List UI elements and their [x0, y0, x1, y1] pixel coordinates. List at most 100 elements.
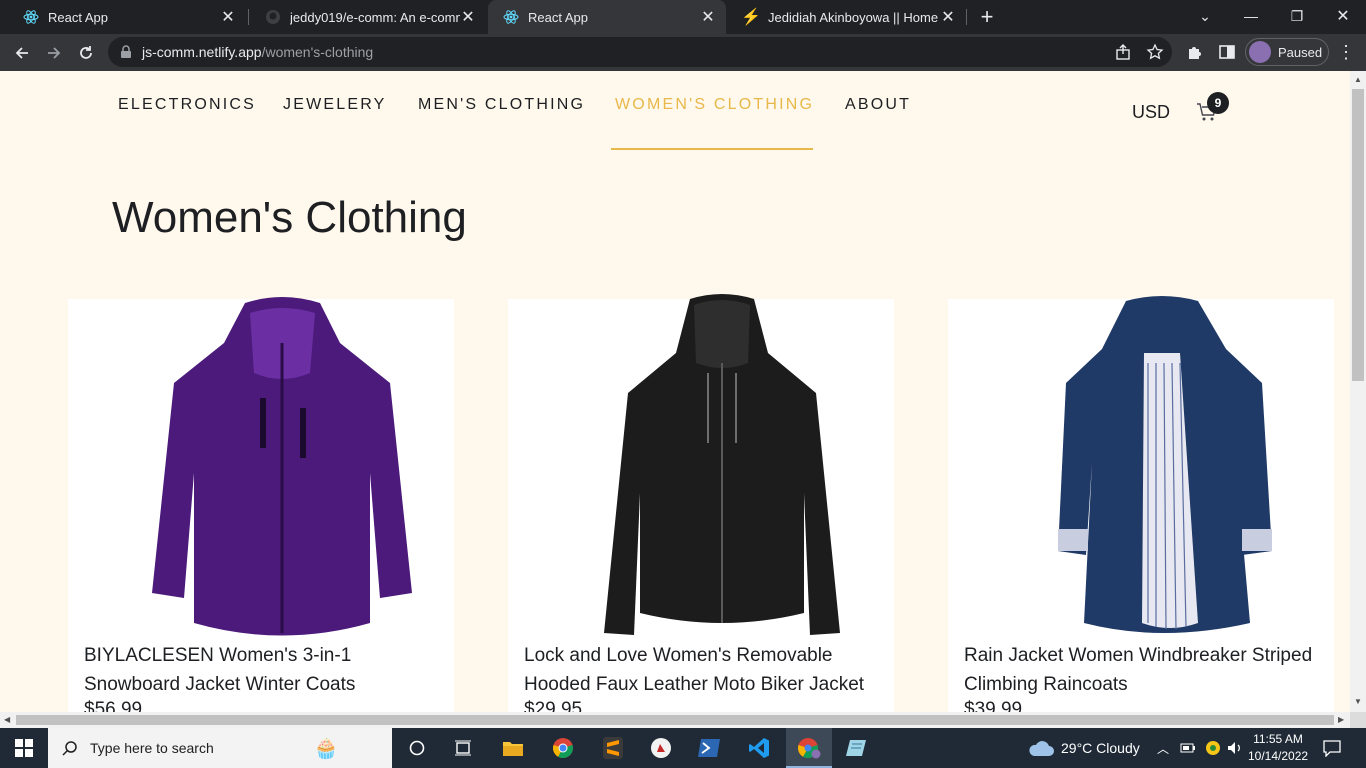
cart-count-badge: 9	[1207, 92, 1229, 114]
taskbar-notepad-app[interactable]	[834, 728, 880, 768]
nav-mens-clothing[interactable]: MEN'S CLOTHING	[418, 96, 585, 114]
tab-title: Jedidiah Akinboyowa || Home	[768, 9, 939, 25]
tab-separator	[966, 9, 967, 25]
product-name[interactable]: Lock and Love Women's Removable Hooded F…	[524, 641, 884, 699]
nav-womens-clothing[interactable]: WOMEN'S CLOTHING	[615, 96, 814, 114]
scroll-left-arrow-icon[interactable]: ◀	[4, 715, 10, 724]
tab-close-icon[interactable]: ✕	[460, 7, 476, 27]
search-placeholder: Type here to search	[90, 740, 214, 756]
taskbar-clock[interactable]: 11:55 AM 10/14/2022	[1248, 731, 1308, 765]
browser-toolbar: js-comm.netlify.app/women's-clothing Pau…	[0, 34, 1366, 71]
profile-status: Paused	[1278, 44, 1323, 60]
notifications-icon[interactable]	[1322, 728, 1342, 768]
powershell-icon	[698, 739, 720, 757]
reload-button[interactable]	[72, 39, 100, 67]
nav-jewelery[interactable]: JEWELERY	[283, 96, 387, 114]
browser-tab-strip: React App ✕ jeddy019/e-comm: An e-commer…	[0, 0, 1366, 34]
new-tab-button[interactable]: +	[976, 4, 998, 30]
tab-github[interactable]: jeddy019/e-comm: An e-commer ✕	[250, 0, 486, 34]
close-window-button[interactable]: ✕	[1320, 0, 1366, 32]
taskbar-chrome-active[interactable]	[786, 728, 832, 768]
tab-close-icon[interactable]: ✕	[700, 7, 716, 27]
taskbar-vscode[interactable]	[736, 728, 782, 768]
scroll-up-arrow-icon[interactable]: ▲	[1354, 75, 1362, 84]
clock-date: 10/14/2022	[1248, 749, 1309, 763]
url-host: js-comm.netlify.app	[142, 44, 262, 60]
product-price: $29.95	[524, 699, 583, 712]
volume-icon[interactable]	[1227, 728, 1243, 768]
show-hidden-icons-chevron-icon[interactable]: ︿	[1157, 728, 1169, 768]
tab-portfolio[interactable]: ⚡ Jedidiah Akinboyowa || Home ✕	[728, 0, 966, 34]
nav-about[interactable]: ABOUT	[845, 96, 911, 114]
folder-icon	[503, 742, 523, 756]
product-name[interactable]: Rain Jacket Women Windbreaker Striped Cl…	[964, 641, 1324, 699]
bolt-icon: ⚡	[741, 9, 761, 26]
product-price: $39.99	[964, 699, 1023, 712]
minimize-button[interactable]: —	[1228, 0, 1274, 32]
forward-button[interactable]	[40, 39, 68, 67]
product-card[interactable]: Lock and Love Women's Removable Hooded F…	[508, 294, 894, 712]
cortana-circle-icon	[409, 740, 425, 756]
vscode-icon	[749, 738, 769, 758]
github-icon	[264, 8, 282, 26]
cortana-button[interactable]	[394, 728, 440, 768]
taskbar-sublime-text[interactable]	[590, 728, 636, 768]
tab-close-icon[interactable]: ✕	[940, 7, 956, 27]
extensions-puzzle-icon[interactable]	[1185, 42, 1205, 62]
taskbar-powershell[interactable]	[686, 728, 732, 768]
battery-icon[interactable]	[1180, 728, 1196, 768]
tab-title: React App	[528, 9, 588, 25]
task-view-button[interactable]	[440, 728, 486, 768]
active-nav-underline	[611, 148, 813, 150]
address-bar[interactable]: js-comm.netlify.app/women's-clothing	[108, 37, 1172, 67]
reload-icon	[80, 46, 92, 59]
cloud-icon	[1029, 741, 1054, 756]
tab-react-app-active[interactable]: React App ✕	[488, 0, 726, 34]
vertical-scroll-thumb[interactable]	[1352, 89, 1364, 381]
start-button[interactable]	[0, 728, 48, 768]
bookmark-star-icon[interactable]	[1146, 43, 1164, 61]
network-status-icon[interactable]	[1204, 728, 1222, 768]
product-card[interactable]: Rain Jacket Women Windbreaker Striped Cl…	[948, 296, 1334, 712]
back-arrow-icon	[15, 47, 28, 59]
taskbar-search-box[interactable]: Type here to search 🧁	[48, 728, 392, 768]
scrollbar-corner	[1350, 712, 1366, 728]
react-icon	[22, 8, 40, 26]
product-card[interactable]: BIYLACLESEN Women's 3-in-1 Snowboard Jac…	[68, 297, 454, 712]
tab-search-icon[interactable]: ⌄	[1182, 0, 1228, 32]
notepad-icon	[846, 740, 866, 756]
taskbar-chrome[interactable]	[540, 728, 586, 768]
windows-logo-icon	[15, 739, 33, 757]
scroll-down-arrow-icon[interactable]: ▼	[1354, 697, 1362, 706]
profile-button[interactable]: Paused	[1245, 38, 1329, 66]
restore-button[interactable]: ❐	[1274, 0, 1320, 32]
vertical-scrollbar[interactable]: ▲ ▼	[1350, 71, 1366, 712]
taskbar-file-explorer[interactable]	[490, 728, 536, 768]
back-button[interactable]	[8, 39, 36, 67]
tab-title: React App	[48, 9, 108, 25]
tab-close-icon[interactable]: ✕	[220, 7, 236, 27]
page-title: Women's Clothing	[112, 193, 467, 242]
scroll-right-arrow-icon[interactable]: ▶	[1338, 715, 1344, 724]
menu-kebab-icon[interactable]: ⋮	[1336, 42, 1356, 62]
currency-selector[interactable]: USD	[1132, 102, 1170, 123]
forward-arrow-icon	[48, 47, 61, 59]
nav-electronics[interactable]: ELECTRONICS	[118, 96, 256, 114]
weather-widget[interactable]: 29°C Cloudy	[1028, 728, 1140, 768]
product-price: $56.99	[84, 699, 143, 712]
share-icon[interactable]	[1114, 43, 1132, 61]
horizontal-scroll-thumb[interactable]	[16, 715, 1334, 725]
tab-react-app-1[interactable]: React App ✕	[8, 0, 246, 34]
chrome-icon	[553, 738, 573, 759]
weather-text: 29°C Cloudy	[1061, 740, 1140, 756]
horizontal-scrollbar[interactable]: ◀ ▶	[0, 712, 1350, 728]
task-view-icon	[455, 740, 471, 756]
site-navigation: ELECTRONICS JEWELERY MEN'S CLOTHING WOME…	[0, 71, 1350, 151]
sublime-text-icon	[603, 737, 623, 759]
taskbar-compass-app[interactable]	[638, 728, 684, 768]
web-page: ELECTRONICS JEWELERY MEN'S CLOTHING WOME…	[0, 71, 1350, 712]
navy-raincoat-image	[1058, 296, 1272, 633]
product-name[interactable]: BIYLACLESEN Women's 3-in-1 Snowboard Jac…	[84, 641, 444, 699]
side-panel-icon[interactable]	[1217, 42, 1237, 62]
tab-title: jeddy019/e-comm: An e-commer	[290, 9, 460, 25]
